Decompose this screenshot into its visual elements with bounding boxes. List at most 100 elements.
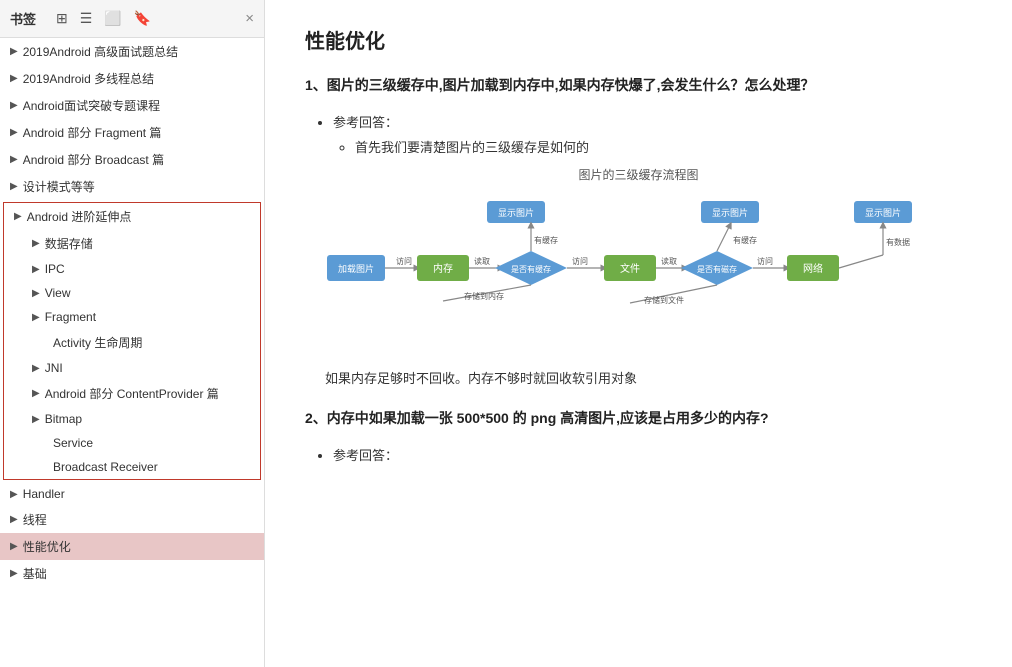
sidebar-item-item-19[interactable]: ▶ 线程 <box>0 506 264 533</box>
question-1: 1、图片的三级缓存中,图片加载到内存中,如果内存快爆了,会发生什么？怎么处理？ … <box>305 74 972 387</box>
arrow-icon: ▶ <box>32 288 40 299</box>
sidebar-item-item-17[interactable]: Broadcast Receiver <box>4 455 260 479</box>
arrow-icon: ▶ <box>10 73 18 84</box>
arrow-icon: ▶ <box>32 238 40 249</box>
sidebar-item-item-7[interactable]: ▶ Android 进阶延伸点 <box>4 203 260 230</box>
arrow-icon: ▶ <box>14 211 22 222</box>
svg-text:读取: 读取 <box>661 256 677 266</box>
sidebar-item-item-14[interactable]: ▶ Android 部分 ContentProvider 篇 <box>4 380 260 407</box>
sidebar-header: 书签 ⊞ ☰ ⬜ 🔖 × <box>0 0 264 38</box>
sidebar-item-label: 设计模式等等 <box>23 178 95 195</box>
diagram-svg: 显示图片 显示图片 显示图片 加载图片 访问 内存 读取 <box>309 193 969 353</box>
sidebar-item-label: Handler <box>23 487 65 501</box>
arrow-icon: ▶ <box>32 388 40 399</box>
page-title: 性能优化 <box>305 25 972 54</box>
svg-text:存储到内存: 存储到内存 <box>464 291 504 301</box>
svg-text:有缓存: 有缓存 <box>534 235 558 245</box>
svg-text:显示图片: 显示图片 <box>497 207 533 218</box>
svg-text:访问: 访问 <box>396 256 412 266</box>
sidebar-item-label: Broadcast Receiver <box>53 460 158 474</box>
svg-text:内存: 内存 <box>433 262 453 275</box>
sidebar-item-item-18[interactable]: ▶ Handler <box>0 482 264 506</box>
sidebar-item-item-21[interactable]: ▶ 基础 <box>0 560 264 587</box>
svg-text:是否有磁存: 是否有磁存 <box>697 264 737 274</box>
svg-text:文件: 文件 <box>620 262 640 275</box>
sidebar-item-label: Service <box>53 436 93 450</box>
arrow-icon: ▶ <box>10 568 18 579</box>
sidebar-item-item-16[interactable]: Service <box>4 431 260 455</box>
sidebar-label: 书签 <box>10 9 36 28</box>
page-icon[interactable]: ⬜ <box>104 10 121 27</box>
sidebar-item-label: Android面试突破专题课程 <box>23 97 160 114</box>
close-icon[interactable]: × <box>245 10 254 27</box>
sidebar-item-label: 基础 <box>23 565 47 582</box>
sidebar-item-item-2[interactable]: ▶ 2019Android 多线程总结 <box>0 65 264 92</box>
arrow-icon: ▶ <box>10 489 18 500</box>
arrow-icon: ▶ <box>10 181 18 192</box>
sidebar-item-label: 2019Android 高级面试题总结 <box>23 43 178 60</box>
note-text: 如果内存足够时不回收。内存不够时就回收软引用对象 <box>325 368 972 387</box>
sidebar-item-label: 线程 <box>23 511 47 528</box>
sidebar-item-label: Activity 生命周期 <box>53 334 142 351</box>
svg-text:显示图片: 显示图片 <box>864 207 900 218</box>
answer-1-header: 参考回答： <box>333 112 972 131</box>
sidebar-item-label: Android 进阶延伸点 <box>27 208 132 225</box>
svg-text:网络: 网络 <box>803 262 823 275</box>
diagram-title: 图片的三级缓存流程图 <box>578 166 698 183</box>
sidebar-item-item-10[interactable]: ▶ View <box>4 281 260 305</box>
svg-text:访问: 访问 <box>572 256 588 266</box>
sidebar-item-item-13[interactable]: ▶ JNI <box>4 356 260 380</box>
svg-text:显示图片: 显示图片 <box>711 207 747 218</box>
sidebar-group-border: ▶Android 进阶延伸点▶数据存储▶IPC▶View▶FragmentAct… <box>3 202 261 480</box>
sidebar-item-label: 数据存储 <box>45 235 93 252</box>
sidebar-item-item-11[interactable]: ▶Fragment <box>4 305 260 329</box>
sidebar-item-label: Android 部分 Broadcast 篇 <box>23 151 164 168</box>
sidebar-item-item-5[interactable]: ▶ Android 部分 Broadcast 篇 <box>0 146 264 173</box>
svg-text:存储到文件: 存储到文件 <box>644 295 684 305</box>
sidebar-item-item-20[interactable]: ▶ 性能优化 <box>0 533 264 560</box>
sidebar-item-item-8[interactable]: ▶ 数据存储 <box>4 230 260 257</box>
sidebar-item-item-12[interactable]: Activity 生命周期 <box>4 329 260 356</box>
sidebar-list: ▶ 2019Android 高级面试题总结 ▶ 2019Android 多线程总结 ▶ A… <box>0 38 264 667</box>
sidebar-item-item-6[interactable]: ▶ 设计模式等等 <box>0 173 264 200</box>
svg-text:有数据: 有数据 <box>886 237 910 247</box>
arrow-icon: ▶ <box>32 414 40 425</box>
sidebar-item-item-3[interactable]: ▶ Android面试突破专题课程 <box>0 92 264 119</box>
svg-text:有缓存: 有缓存 <box>733 235 757 245</box>
sidebar-item-label: Fragment <box>45 310 96 324</box>
diagram-container: 图片的三级缓存流程图 显示图片 显示图片 显示图片 加载图片 访问 <box>305 166 972 353</box>
arrow-icon: ▶ <box>10 514 18 525</box>
sidebar-item-item-9[interactable]: ▶ IPC <box>4 257 260 281</box>
answer-1-sub: 首先我们要清楚图片的三级缓存是如何的 <box>355 137 972 156</box>
svg-text:是否有缓存: 是否有缓存 <box>511 264 551 274</box>
svg-text:读取: 读取 <box>474 256 490 266</box>
question-2-text: 2、内存中如果加载一张 500*500 的 png 高清图片,应该是占用多少的内… <box>305 407 972 431</box>
list-icon[interactable]: ☰ <box>80 10 93 27</box>
sidebar-item-label: JNI <box>45 361 63 375</box>
sidebar-item-label: 性能优化 <box>23 538 71 555</box>
arrow-icon: ▶ <box>10 100 18 111</box>
arrow-icon: ▶ <box>32 264 40 275</box>
sidebar-item-label: IPC <box>45 262 65 276</box>
arrow-icon: ▶ <box>10 46 18 57</box>
question-1-text: 1、图片的三级缓存中,图片加载到内存中,如果内存快爆了,会发生什么？怎么处理？ <box>305 74 972 98</box>
svg-text:加载图片: 加载图片 <box>337 263 373 274</box>
bookmark-icon[interactable]: 🔖 <box>134 10 151 27</box>
question-2: 2、内存中如果加载一张 500*500 的 png 高清图片,应该是占用多少的内… <box>305 407 972 464</box>
sidebar-item-item-1[interactable]: ▶ 2019Android 高级面试题总结 <box>0 38 264 65</box>
arrow-icon: ▶ <box>10 541 18 552</box>
arrow-icon: ▶ <box>10 154 18 165</box>
sidebar-item-label: Android 部分 ContentProvider 篇 <box>45 385 219 402</box>
sidebar-item-item-15[interactable]: ▶ Bitmap <box>4 407 260 431</box>
svg-text:访问: 访问 <box>757 256 773 266</box>
main-content: 性能优化 1、图片的三级缓存中,图片加载到内存中,如果内存快爆了,会发生什么？怎… <box>265 0 1012 667</box>
arrow-icon: ▶ <box>10 127 18 138</box>
sidebar-item-label: Android 部分 Fragment 篇 <box>23 124 162 141</box>
sidebar-item-label: View <box>45 286 71 300</box>
sidebar-item-label: 2019Android 多线程总结 <box>23 70 154 87</box>
answer-2-header: 参考回答： <box>333 445 972 464</box>
arrow-icon: ▶ <box>32 363 40 374</box>
sidebar-item-item-4[interactable]: ▶ Android 部分 Fragment 篇 <box>0 119 264 146</box>
grid-icon[interactable]: ⊞ <box>56 10 68 27</box>
sidebar-item-label: Bitmap <box>45 412 82 426</box>
